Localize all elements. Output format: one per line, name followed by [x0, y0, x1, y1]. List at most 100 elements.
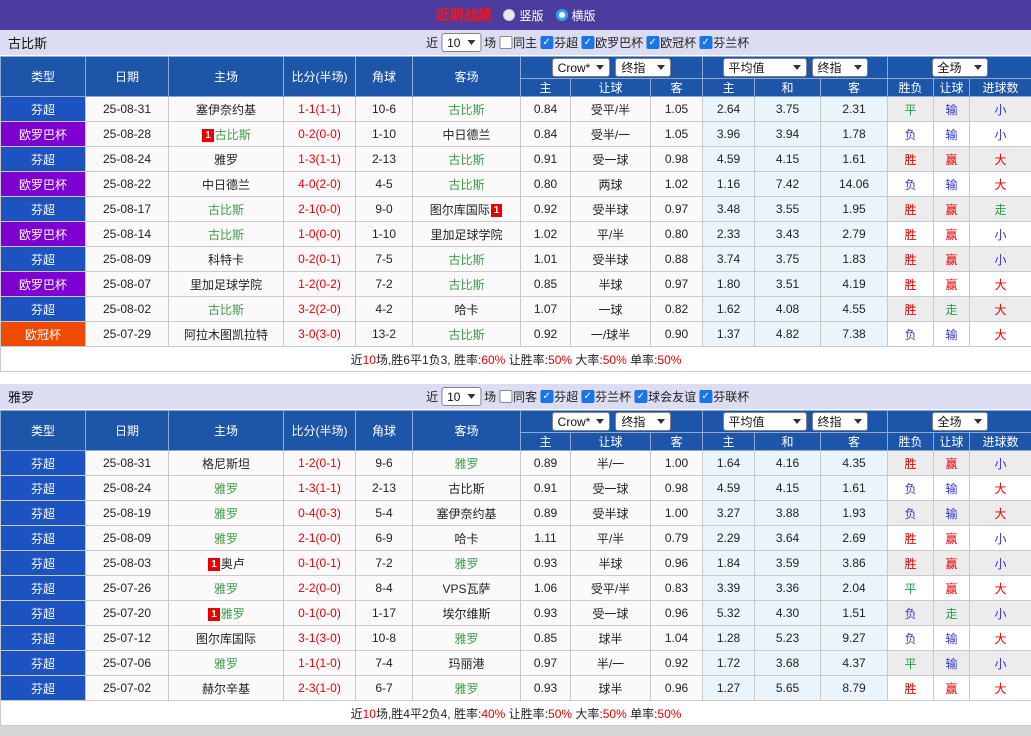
league-type-badge: 芬超 — [0, 625, 86, 651]
games-count-select[interactable]: 10 — [441, 387, 482, 406]
filter-league-4[interactable]: ✓ 芬联杯 — [699, 388, 749, 405]
result-goals: 小 — [969, 246, 1031, 272]
filter-league-1[interactable]: ✓ 芬超 — [540, 34, 578, 51]
home-team-cell: 塞伊奈约基 — [168, 96, 284, 122]
match-row: 芬超 25-08-17 古比斯 2-1(0-0) 9-0 图尔库国际 1 0.92 受半球 0.9… — [0, 196, 1031, 222]
avg-away-odds: 1.93 — [820, 500, 889, 526]
away-team: 古比斯 — [448, 252, 485, 267]
corner-score: 7-2 — [355, 550, 413, 576]
result-goals: 小 — [969, 650, 1031, 676]
league-type-badge: 芬超 — [0, 675, 86, 701]
checkbox-checked-icon: ✓ — [699, 390, 713, 403]
league-type-badge: 欧罗巴杯 — [0, 121, 86, 147]
col-result-handicap: 让球 — [933, 78, 971, 97]
avg-home-odds: 5.32 — [702, 600, 756, 626]
corner-score: 7-5 — [355, 246, 413, 272]
average-select[interactable]: 平均值 — [722, 58, 807, 77]
league-type-badge: 欧冠杯 — [0, 321, 86, 347]
handicap-line: 半/一 — [570, 650, 651, 676]
result-goals: 大 — [969, 575, 1031, 601]
bookmaker-select[interactable]: Crow* — [551, 412, 611, 431]
result-handicap: 输 — [933, 121, 971, 147]
away-team-cell: 古比斯 — [412, 271, 521, 297]
home-odds: 0.93 — [520, 550, 571, 576]
odds-stage-select[interactable]: 终指 — [615, 412, 672, 431]
away-odds: 1.04 — [649, 625, 704, 651]
home-team: 图尔库国际 — [195, 631, 256, 646]
handicap-line: 平/半 — [570, 221, 651, 247]
filter-league-3[interactable]: ✓ 球会友谊 — [634, 388, 696, 405]
match-score: 3-1(3-0) — [283, 625, 356, 651]
away-team-cell: 雅罗 — [412, 625, 521, 651]
odds-stage-select[interactable]: 终指 — [615, 58, 672, 77]
league-type-badge: 欧罗巴杯 — [0, 221, 86, 247]
match-date: 25-08-31 — [85, 450, 169, 476]
filter-same-venue[interactable]: 同客 — [499, 388, 537, 405]
result-handicap: 赢 — [933, 525, 971, 551]
home-team-cell: 雅罗 — [168, 500, 284, 526]
filter-league-2[interactable]: ✓ 欧罗巴杯 — [581, 34, 643, 51]
layout-radio-horizontal[interactable]: 横版 — [555, 7, 596, 24]
result-goals: 小 — [969, 550, 1031, 576]
handicap-line: 受半球 — [570, 196, 651, 222]
away-odds: 1.00 — [649, 500, 704, 526]
match-date: 25-08-14 — [85, 221, 169, 247]
odds-group-header: Crow* 终指 — [519, 410, 704, 433]
filter-league-3[interactable]: ✓ 欧冠杯 — [646, 34, 696, 51]
filter-league-2[interactable]: ✓ 芬兰杯 — [581, 388, 631, 405]
avg-draw-odds: 4.15 — [754, 146, 822, 172]
summary-segment: 单率: — [626, 706, 658, 721]
filter-label: 芬兰杯 — [713, 36, 750, 50]
scope-select[interactable]: 全场 — [931, 412, 988, 431]
away-team-cell: 雅罗 — [412, 675, 521, 701]
checkbox-checked-icon: ✓ — [646, 36, 660, 49]
result-outcome: 平 — [887, 575, 935, 601]
away-odds: 0.92 — [649, 650, 704, 676]
col-score: 比分(半场) — [283, 56, 356, 97]
away-team: 雅罗 — [454, 631, 479, 646]
bookmaker-select[interactable]: Crow* — [551, 58, 611, 77]
avg-away-odds: 4.19 — [820, 271, 889, 297]
result-outcome: 负 — [887, 625, 935, 651]
match-row: 欧冠杯 25-07-29 阿拉木图凯拉特 3-0(3-0) 13-2 古比斯 0.92 一/球… — [0, 321, 1031, 347]
match-score: 1-1(1-0) — [283, 650, 356, 676]
away-team: 雅罗 — [454, 456, 479, 471]
match-score: 2-3(1-0) — [283, 675, 356, 701]
match-score: 1-2(0-2) — [283, 271, 356, 297]
radio-unchecked-icon — [503, 9, 516, 21]
avg-draw-odds: 3.94 — [754, 121, 822, 147]
layout-radio-vertical[interactable]: 竖版 — [503, 7, 544, 24]
games-count-select[interactable]: 10 — [441, 33, 482, 52]
filter-league-1[interactable]: ✓ 芬超 — [540, 388, 578, 405]
handicap-line: 受一球 — [570, 146, 651, 172]
avg-draw-odds: 4.15 — [754, 475, 822, 501]
avg-draw-odds: 3.88 — [754, 500, 822, 526]
avg-draw-odds: 4.16 — [754, 450, 822, 476]
odds-group-header: Crow* 终指 — [519, 56, 704, 79]
away-team: 哈卡 — [454, 531, 479, 546]
away-team: 埃尔维斯 — [442, 606, 491, 621]
col-result-handicap: 让球 — [933, 432, 971, 451]
col-home: 主场 — [168, 410, 284, 451]
filter-same-venue[interactable]: 同主 — [499, 34, 537, 51]
home-team: 里加足球学院 — [189, 277, 262, 292]
col-away: 客场 — [412, 56, 521, 97]
home-odds: 1.01 — [520, 246, 571, 272]
match-row: 芬超 25-07-26 雅罗 2-2(0-0) 8-4 VPS瓦萨 1.06 受平/半 0.83… — [0, 575, 1031, 601]
average-stage-select[interactable]: 终指 — [811, 412, 868, 431]
away-team-cell: 哈卡 — [412, 296, 521, 322]
average-stage-select[interactable]: 终指 — [811, 58, 868, 77]
col-odds-away: 客 — [649, 432, 704, 451]
scope-select[interactable]: 全场 — [931, 58, 988, 77]
average-select[interactable]: 平均值 — [722, 412, 807, 431]
result-handicap: 输 — [933, 96, 971, 122]
match-date: 25-07-02 — [85, 675, 169, 701]
odds-stage-value: 终指 — [621, 61, 646, 75]
avg-home-odds: 1.84 — [702, 550, 756, 576]
result-goals: 大 — [969, 146, 1031, 172]
away-odds: 0.97 — [649, 271, 704, 297]
filter-league-4[interactable]: ✓ 芬兰杯 — [699, 34, 749, 51]
match-score: 1-2(0-1) — [283, 450, 356, 476]
home-team: 雅罗 — [213, 152, 238, 167]
home-odds: 0.93 — [520, 600, 571, 626]
